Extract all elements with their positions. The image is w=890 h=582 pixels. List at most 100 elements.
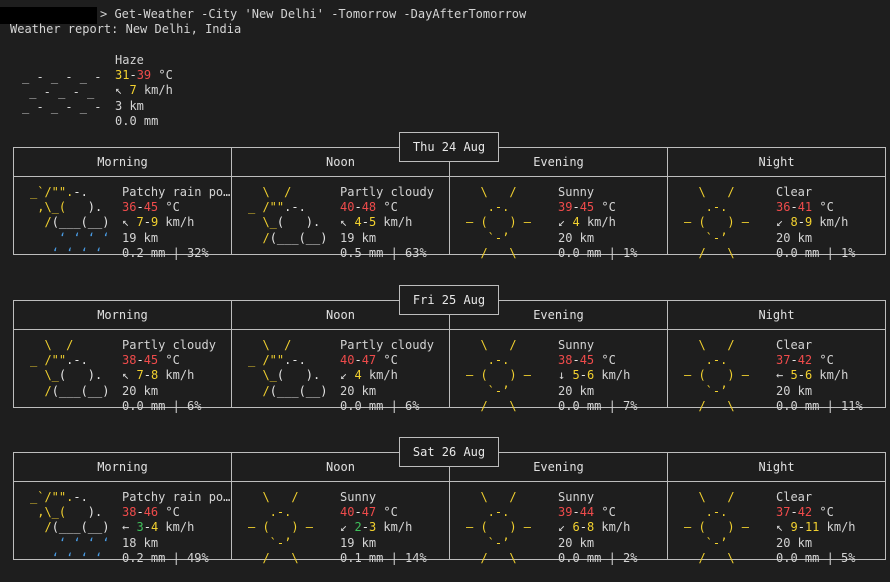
temp-unit: °C — [601, 200, 616, 215]
temperature-range: 38-45 °C — [122, 353, 180, 368]
wind-unit: km/h — [165, 368, 195, 383]
temp-min: 36 — [776, 200, 791, 215]
wind: ↙ 2-3 km/h — [340, 520, 413, 535]
precipitation: 0.0 mm | 1% — [558, 245, 638, 260]
partly-cloudy-icon: \ / _ /"".-. \_( ). /(___(__) — [248, 338, 328, 398]
visibility: 18 km — [122, 535, 159, 550]
period-label: Night — [758, 460, 795, 474]
condition-text: Sunny — [558, 338, 595, 352]
temp-min: 36 — [122, 200, 137, 215]
wind-unit: km/h — [165, 215, 195, 230]
forecast-info: Clear 37-42 °C ← 5-6 km/h 20 km 0.0 mm | 11% — [776, 338, 863, 414]
wind-unit: km/h — [601, 368, 631, 383]
forecast-cell: \ / .-. ― ( ) ― `-’ / \ Sunny 40-47 °C ↙ 2-3… — [232, 482, 449, 565]
forecast-cell: _`/"".-. ,\_( ). /(___(__) ‘ ‘ ‘ ‘ ‘ ‘ ‘… — [14, 177, 231, 260]
command-line: > Get-Weather -City 'New Delhi' -Tomorro… — [100, 7, 527, 21]
precipitation: 0.0 mm | 1% — [776, 245, 856, 260]
wind: ↖ 7-9 km/h — [122, 215, 195, 230]
condition-text: Clear — [776, 490, 813, 504]
wind: ← 5-6 km/h — [776, 368, 849, 383]
temp-max: 42 — [797, 505, 813, 520]
visibility: 19 km — [340, 535, 377, 550]
wind: ↙ 6-8 km/h — [558, 520, 631, 535]
current-precipitation: 0.0 mm — [115, 113, 159, 128]
temperature-range: 40-48 °C — [340, 200, 398, 215]
temp-min: 38 — [122, 505, 137, 520]
visibility: 20 km — [776, 383, 813, 398]
clear-icon: \ / .-. ― ( ) ― `-’ / \ — [684, 490, 750, 565]
temperature-range: 37-42 °C — [776, 505, 834, 520]
wind-min: 7 — [136, 215, 144, 230]
wind-min: 4 — [572, 215, 580, 230]
wind-min: 8 — [790, 215, 798, 230]
report-title: Weather report: New Delhi, India — [10, 22, 242, 36]
temp-min: 40 — [340, 505, 355, 520]
temperature-range: 39-44 °C — [558, 505, 616, 520]
temp-min: 37 — [776, 505, 791, 520]
condition-text: Sunny — [340, 490, 377, 504]
wind-unit: km/h — [819, 215, 849, 230]
clear-icon: \ / .-. ― ( ) ― `-’ / \ — [684, 338, 750, 413]
temp-unit: °C — [383, 505, 398, 520]
temp-unit: °C — [383, 200, 398, 215]
precipitation: 0.0 mm | 6% — [340, 398, 420, 413]
forecast-cell: _`/"".-. ,\_( ). /(___(__) ‘ ‘ ‘ ‘ ‘ ‘ ‘… — [14, 482, 231, 565]
sunny-icon: \ / .-. ― ( ) ― `-’ / \ — [466, 490, 532, 565]
forecast-info: Patchy rain po… 38-46 °C ← 3-4 km/h 18 km 0.… — [122, 490, 230, 566]
period-label: Morning — [97, 460, 148, 474]
precipitation: 0.2 mm | 32% — [122, 245, 209, 260]
temp-unit: °C — [819, 200, 834, 215]
forecast-info: Partly cloudy 40-48 °C ↖ 4-5 km/h 19 km 0.5 … — [340, 185, 434, 261]
temp-min: 40 — [340, 200, 355, 215]
forecast-cell: \ / .-. ― ( ) ― `-’ / \ Clear 37-42 °C ↖ 9-1… — [668, 482, 885, 565]
date-label: Fri 25 Aug — [399, 285, 499, 315]
visibility: 20 km — [776, 230, 813, 245]
visibility: 20 km — [776, 535, 813, 550]
temp-max: 44 — [579, 505, 595, 520]
temp-unit: °C — [601, 505, 616, 520]
period-label: Night — [758, 308, 795, 322]
wind: ↖ 9-11 km/h — [776, 520, 856, 535]
wind-unit: km/h — [826, 520, 856, 535]
temp-max: 47 — [361, 353, 377, 368]
temp-unit: °C — [383, 353, 398, 368]
precipitation: 0.0 mm | 11% — [776, 398, 863, 413]
visibility: 19 km — [122, 230, 159, 245]
patchy-rain-icon: _`/"".-. ,\_( ). /(___(__) ‘ ‘ ‘ ‘ ‘ ‘ ‘… — [30, 490, 110, 565]
forecast-info: Partly cloudy 38-45 °C ↖ 7-8 km/h 20 km 0.0 … — [122, 338, 216, 414]
forecast-cell: \ / _ /"".-. \_( ). /(___(__) Partly cloud… — [232, 330, 449, 413]
wind: ↖ 7-8 km/h — [122, 368, 195, 383]
temp-max: 46 — [143, 505, 159, 520]
precipitation: 0.0 mm | 7% — [558, 398, 638, 413]
haze-icon: _ - _ - _ - _ - _ - _ _ - _ - _ - — [22, 70, 102, 115]
forecast-info: Sunny 38-45 °C ↓ 5-6 km/h 20 km 0.0 mm | 7% — [558, 338, 637, 414]
forecast-cell: \ / .-. ― ( ) ― `-’ / \ Clear 36-41 °C ↙ 8-9… — [668, 177, 885, 260]
sunny-icon: \ / .-. ― ( ) ― `-’ / \ — [466, 185, 532, 260]
condition-text: Partly cloudy — [340, 185, 434, 199]
wind: ↖ 4-5 km/h — [340, 215, 413, 230]
temp-max: 42 — [797, 353, 813, 368]
temp-min: 38 — [558, 353, 573, 368]
condition-text: Patchy rain po… — [122, 490, 231, 504]
current-condition: Haze — [115, 53, 144, 67]
partly-cloudy-icon: \ / _ /"".-. \_( ). /(___(__) — [30, 338, 110, 398]
temp-min: 39 — [558, 505, 573, 520]
visibility: 19 km — [340, 230, 377, 245]
temp-unit: °C — [165, 353, 180, 368]
period-label: Morning — [97, 155, 148, 169]
temp-max: 47 — [361, 505, 377, 520]
wind-max: 11 — [804, 520, 820, 535]
wind-unit: km/h — [601, 520, 631, 535]
temp-min: 38 — [122, 353, 137, 368]
condition-text: Partly cloudy — [340, 338, 434, 352]
wind-min: 3 — [136, 520, 144, 535]
sunny-icon: \ / .-. ― ( ) ― `-’ / \ — [466, 338, 532, 413]
temperature-range: 40-47 °C — [340, 505, 398, 520]
temperature-range: 38-45 °C — [558, 353, 616, 368]
wind: ↓ 5-6 km/h — [558, 368, 631, 383]
wind: ← 3-4 km/h — [122, 520, 195, 535]
period-label: Night — [758, 155, 795, 169]
forecast-cell: \ / .-. ― ( ) ― `-’ / \ Sunny 39-45 °C ↙ 4 k… — [450, 177, 667, 260]
precipitation: 0.0 mm | 5% — [776, 550, 856, 565]
temp-unit: °C — [819, 505, 834, 520]
